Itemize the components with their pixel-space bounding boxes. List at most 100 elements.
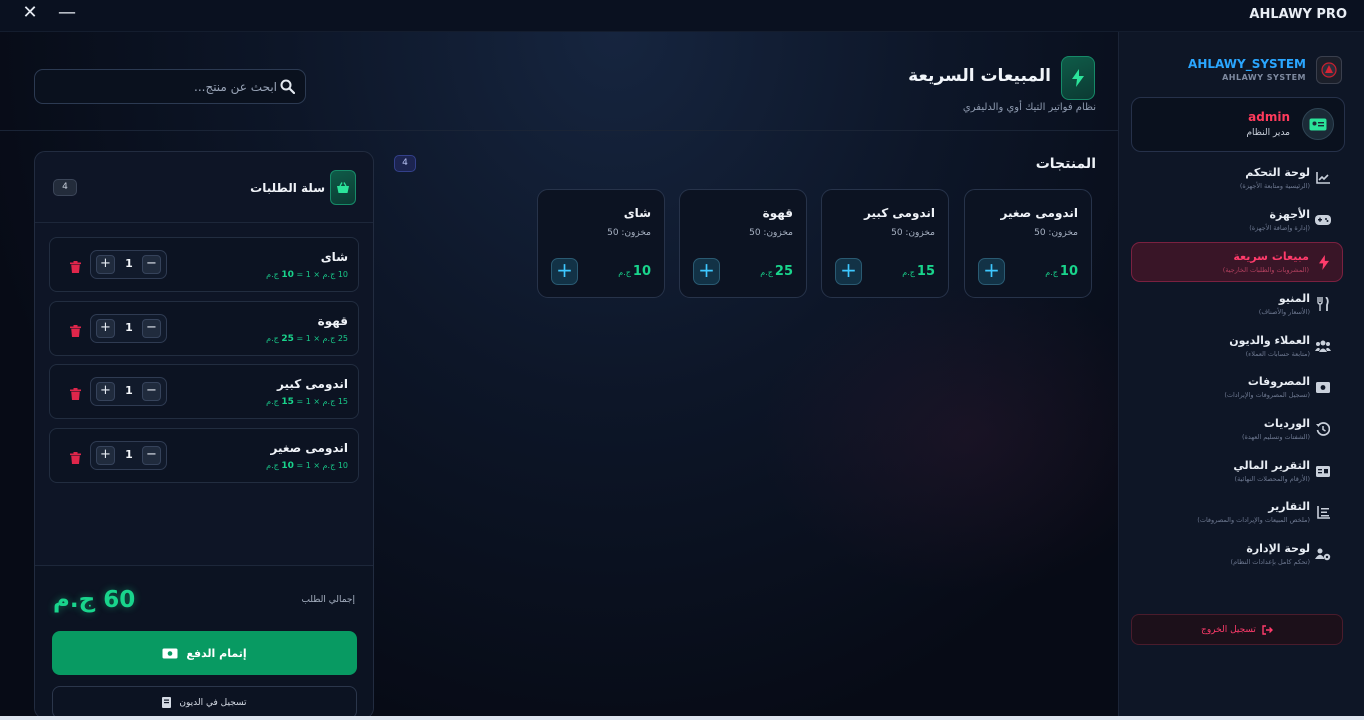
logout-button[interactable]: تسجيل الخروج bbox=[1131, 614, 1343, 645]
add-to-cart-button[interactable]: + bbox=[693, 258, 720, 285]
sidebar-item-devices[interactable]: الأجهزة (إدارة وإضافة الأجهزة) bbox=[1131, 201, 1343, 241]
quantity-stepper: + 1 − bbox=[90, 377, 167, 406]
cart-item-subtotal: 10 bbox=[281, 270, 294, 280]
product-price-value: 10 bbox=[1059, 264, 1078, 279]
cart-item-calc-prefix: 10 ج.م × 1 = bbox=[293, 461, 348, 470]
cart-item-calc-prefix: 10 ج.م × 1 = bbox=[293, 270, 348, 279]
trash-icon[interactable] bbox=[70, 322, 81, 341]
product-price-currency: ج.م bbox=[760, 268, 773, 277]
product-stock: مخزون: 50 bbox=[891, 228, 935, 238]
cart-item-name: اندومى كبير bbox=[277, 377, 348, 391]
quantity-value: 1 bbox=[125, 448, 133, 461]
cart-item-subtotal: 10 bbox=[281, 461, 294, 471]
checkout-button[interactable]: إتمام الدفع bbox=[52, 631, 357, 675]
product-price-value: 15 bbox=[916, 264, 935, 279]
app-title: AHLAWY PRO bbox=[1249, 7, 1347, 22]
cart-item-calc: 15 ج.م × 1 = 15 ج.م bbox=[266, 397, 348, 407]
cart-item-subtotal: 15 bbox=[281, 397, 294, 407]
trash-icon[interactable] bbox=[70, 449, 81, 468]
book-icon bbox=[162, 697, 172, 708]
sidebar-item-menu[interactable]: المنيو (الأسعار والأصناف) bbox=[1131, 285, 1343, 325]
cart-item-currency: ج.م bbox=[266, 397, 279, 406]
sidebar-item-label: المنيو bbox=[1278, 292, 1310, 305]
cart-item-calc-prefix: 15 ج.م × 1 = bbox=[293, 397, 348, 406]
add-to-cart-button[interactable]: + bbox=[835, 258, 862, 285]
checkout-label: إتمام الدفع bbox=[186, 646, 247, 660]
record-debt-button[interactable]: تسجيل في الديون bbox=[52, 686, 357, 718]
sidebar-item-financial-report[interactable]: التقرير المالي (الأرقام والمحصلات النهائ… bbox=[1131, 452, 1343, 492]
product-card[interactable]: شاى مخزون: 50 10ج.م + bbox=[537, 189, 665, 298]
sidebar-item-sub: (ملخص المبيعات والإيرادات والمصروفات) bbox=[1197, 516, 1310, 524]
product-name: اندومى كبير bbox=[864, 206, 935, 220]
sidebar-item-customers[interactable]: العملاء والديون (متابعة حسابات العملاء) bbox=[1131, 327, 1343, 367]
sidebar-item-sub: (تسجيل المصروفات والإيرادات) bbox=[1224, 391, 1310, 399]
sidebar-item-label: لوحة التحكم bbox=[1245, 166, 1310, 179]
lightning-icon bbox=[1061, 56, 1095, 100]
decrease-qty-button[interactable]: − bbox=[142, 255, 161, 274]
title-bar: ✕ — AHLAWY PRO bbox=[0, 0, 1364, 32]
sidebar-item-admin-panel[interactable]: لوحة الإدارة (تحكم كامل بإعدادات النظام) bbox=[1131, 535, 1343, 575]
increase-qty-button[interactable]: + bbox=[96, 446, 115, 465]
product-card[interactable]: اندومى صغير مخزون: 50 10ج.م + bbox=[964, 189, 1092, 298]
logout-label: تسجيل الخروج bbox=[1201, 624, 1256, 635]
chart-line-icon bbox=[1315, 170, 1331, 186]
cash-icon bbox=[162, 648, 178, 658]
increase-qty-button[interactable]: + bbox=[96, 319, 115, 338]
decrease-qty-button[interactable]: − bbox=[142, 319, 161, 338]
trash-icon[interactable] bbox=[70, 385, 81, 404]
taskbar-strip bbox=[0, 716, 1364, 720]
sidebar-item-label: العملاء والديون bbox=[1229, 334, 1310, 347]
increase-qty-button[interactable]: + bbox=[96, 255, 115, 274]
product-card[interactable]: قهوة مخزون: 50 25ج.م + bbox=[679, 189, 807, 298]
products-title: المنتجات bbox=[1035, 156, 1096, 172]
product-name: قهوة bbox=[762, 206, 793, 220]
add-to-cart-button[interactable]: + bbox=[551, 258, 578, 285]
list-icon bbox=[1315, 504, 1331, 520]
sidebar-item-label: التقارير bbox=[1268, 500, 1310, 513]
add-to-cart-button[interactable]: + bbox=[978, 258, 1005, 285]
sidebar-item-sub: (تحكم كامل بإعدادات النظام) bbox=[1230, 558, 1310, 566]
close-button[interactable]: ✕ bbox=[17, 3, 43, 25]
decrease-qty-button[interactable]: − bbox=[142, 446, 161, 465]
sidebar-item-label: لوحة الإدارة bbox=[1246, 542, 1310, 555]
cart-item: اندومى كبير 15 ج.م × 1 = 15 ج.م + 1 − bbox=[49, 364, 359, 419]
users-cog-icon bbox=[1315, 546, 1331, 562]
sidebar-item-dashboard[interactable]: لوحة التحكم (الرئيسية ومتابعة الأجهزة) bbox=[1131, 159, 1343, 199]
utensils-icon bbox=[1315, 296, 1331, 312]
product-price-currency: ج.م bbox=[618, 268, 631, 277]
cart-item-name: قهوة bbox=[317, 314, 348, 328]
sidebar-item-shifts[interactable]: الورديات (الشفتات وتسليم العهدة) bbox=[1131, 410, 1343, 450]
product-card[interactable]: اندومى كبير مخزون: 50 15ج.م + bbox=[821, 189, 949, 298]
minimize-button[interactable]: — bbox=[54, 3, 80, 25]
trash-icon[interactable] bbox=[70, 258, 81, 277]
increase-qty-button[interactable]: + bbox=[96, 382, 115, 401]
cart-item-currency: ج.م bbox=[266, 270, 279, 279]
products-count-badge: 4 bbox=[394, 155, 416, 172]
product-price-value: 10 bbox=[632, 264, 651, 279]
user-name: admin bbox=[1248, 110, 1290, 124]
search-input[interactable] bbox=[45, 70, 277, 103]
quantity-stepper: + 1 − bbox=[90, 250, 167, 279]
sidebar-item-label: الأجهزة bbox=[1269, 208, 1311, 221]
sidebar-item-sub: (متابعة حسابات العملاء) bbox=[1245, 350, 1310, 358]
money-icon bbox=[1315, 379, 1331, 395]
sign-out-icon bbox=[1262, 624, 1273, 635]
cart-item: شاى 10 ج.م × 1 = 10 ج.م + 1 − bbox=[49, 237, 359, 292]
lightning-icon bbox=[1316, 254, 1332, 270]
product-stock: مخزون: 50 bbox=[607, 228, 651, 238]
quantity-value: 1 bbox=[125, 384, 133, 397]
sidebar-item-reports[interactable]: التقارير (ملخص المبيعات والإيرادات والمص… bbox=[1131, 493, 1343, 533]
quantity-value: 1 bbox=[125, 321, 133, 334]
receipt-icon bbox=[1315, 463, 1331, 479]
sidebar-item-quick-sales[interactable]: مبيعات سريعة (المشروبات والطلبات الخارجي… bbox=[1131, 242, 1343, 282]
history-icon bbox=[1315, 421, 1331, 437]
sidebar-item-expenses[interactable]: المصروفات (تسجيل المصروفات والإيرادات) bbox=[1131, 368, 1343, 408]
gamepad-icon bbox=[1315, 212, 1331, 228]
quantity-value: 1 bbox=[125, 257, 133, 270]
cart-count-badge: 4 bbox=[53, 179, 77, 196]
header-divider bbox=[0, 130, 1118, 131]
sidebar-item-sub: (المشروبات والطلبات الخارجية) bbox=[1222, 266, 1309, 274]
decrease-qty-button[interactable]: − bbox=[142, 382, 161, 401]
cart-item-currency: ج.م bbox=[266, 334, 279, 343]
search-box[interactable] bbox=[34, 69, 306, 104]
